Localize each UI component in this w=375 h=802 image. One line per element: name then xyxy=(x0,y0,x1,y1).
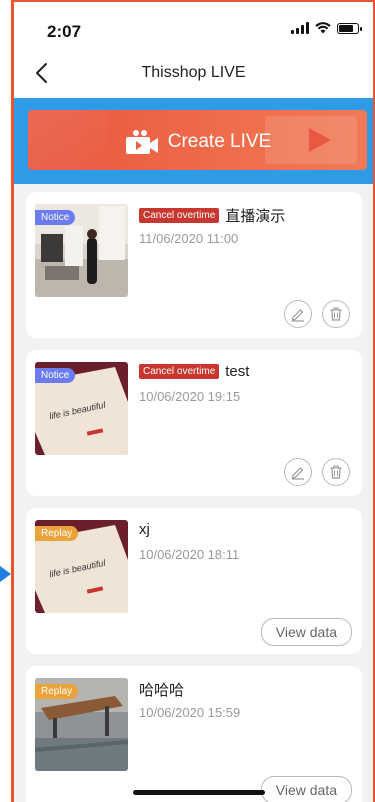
status-tag: Cancel overtime xyxy=(139,364,220,379)
live-title: xj xyxy=(139,521,150,538)
live-thumbnail: Replay xyxy=(35,678,128,771)
live-date: 10/06/2020 19:15 xyxy=(139,389,241,404)
trash-icon xyxy=(330,307,342,321)
live-thumbnail: life is beautiful Replay xyxy=(35,520,128,613)
pencil-icon xyxy=(291,467,304,480)
live-date: 11/06/2020 11:00 xyxy=(139,231,239,246)
live-title-row: xj xyxy=(139,521,150,538)
page-title: Thisshop LIVE xyxy=(141,64,246,81)
live-list: Notice Cancel overtime 直播演示 11/06/2020 1… xyxy=(14,184,373,802)
live-card[interactable]: life is beautiful Notice Cancel overtime… xyxy=(26,350,362,496)
live-thumbnail: life is beautiful Notice xyxy=(35,362,128,455)
app-screen: 2:07 Thisshop LIVE Create LIVE Notice Ca… xyxy=(0,0,375,802)
live-card[interactable]: Replay 哈哈哈 10/06/2020 15:59 View data xyxy=(26,666,362,802)
create-live-button[interactable]: Create LIVE xyxy=(28,110,367,170)
replay-badge: Replay xyxy=(35,526,79,541)
video-camera-icon xyxy=(125,130,158,154)
live-title: test xyxy=(225,363,250,380)
banner-content: Create LIVE xyxy=(28,128,367,156)
highlight-border-top xyxy=(11,0,375,2)
live-date: 10/06/2020 18:11 xyxy=(139,547,240,562)
trash-icon xyxy=(330,465,342,479)
live-thumbnail: Notice xyxy=(35,204,128,297)
status-tag: Cancel overtime xyxy=(139,208,220,223)
highlight-border-left xyxy=(11,0,14,802)
edit-button[interactable] xyxy=(284,458,312,486)
create-live-section: Create LIVE xyxy=(14,98,373,184)
signal-icon xyxy=(291,22,309,34)
live-card[interactable]: life is beautiful Replay xj 10/06/2020 1… xyxy=(26,508,362,654)
delete-button[interactable] xyxy=(322,300,350,328)
live-title-row: Cancel overtime 直播演示 xyxy=(139,205,285,226)
notice-badge: Notice xyxy=(35,368,76,383)
notice-badge: Notice xyxy=(35,210,76,225)
pointer-arrow-icon xyxy=(0,566,11,582)
live-title: 直播演示 xyxy=(225,208,286,225)
battery-icon xyxy=(337,22,362,34)
edit-button[interactable] xyxy=(284,300,312,328)
create-live-label: Create LIVE xyxy=(167,131,272,152)
view-data-button[interactable]: View data xyxy=(260,618,352,646)
status-icons xyxy=(291,22,362,34)
live-title-row: Cancel overtime test xyxy=(139,363,249,380)
home-indicator[interactable] xyxy=(133,790,265,795)
status-time: 2:07 xyxy=(47,22,82,41)
delete-button[interactable] xyxy=(322,458,350,486)
live-card[interactable]: Notice Cancel overtime 直播演示 11/06/2020 1… xyxy=(26,192,362,338)
view-data-button[interactable]: View data xyxy=(260,776,352,802)
live-title-row: 哈哈哈 xyxy=(139,679,184,700)
status-bar: 2:07 xyxy=(14,0,373,48)
navigation-bar: Thisshop LIVE xyxy=(14,48,373,98)
live-title: 哈哈哈 xyxy=(139,682,185,699)
wifi-icon xyxy=(315,22,331,34)
replay-badge: Replay xyxy=(35,684,79,699)
live-date: 10/06/2020 15:59 xyxy=(139,705,241,720)
pencil-icon xyxy=(291,309,304,322)
